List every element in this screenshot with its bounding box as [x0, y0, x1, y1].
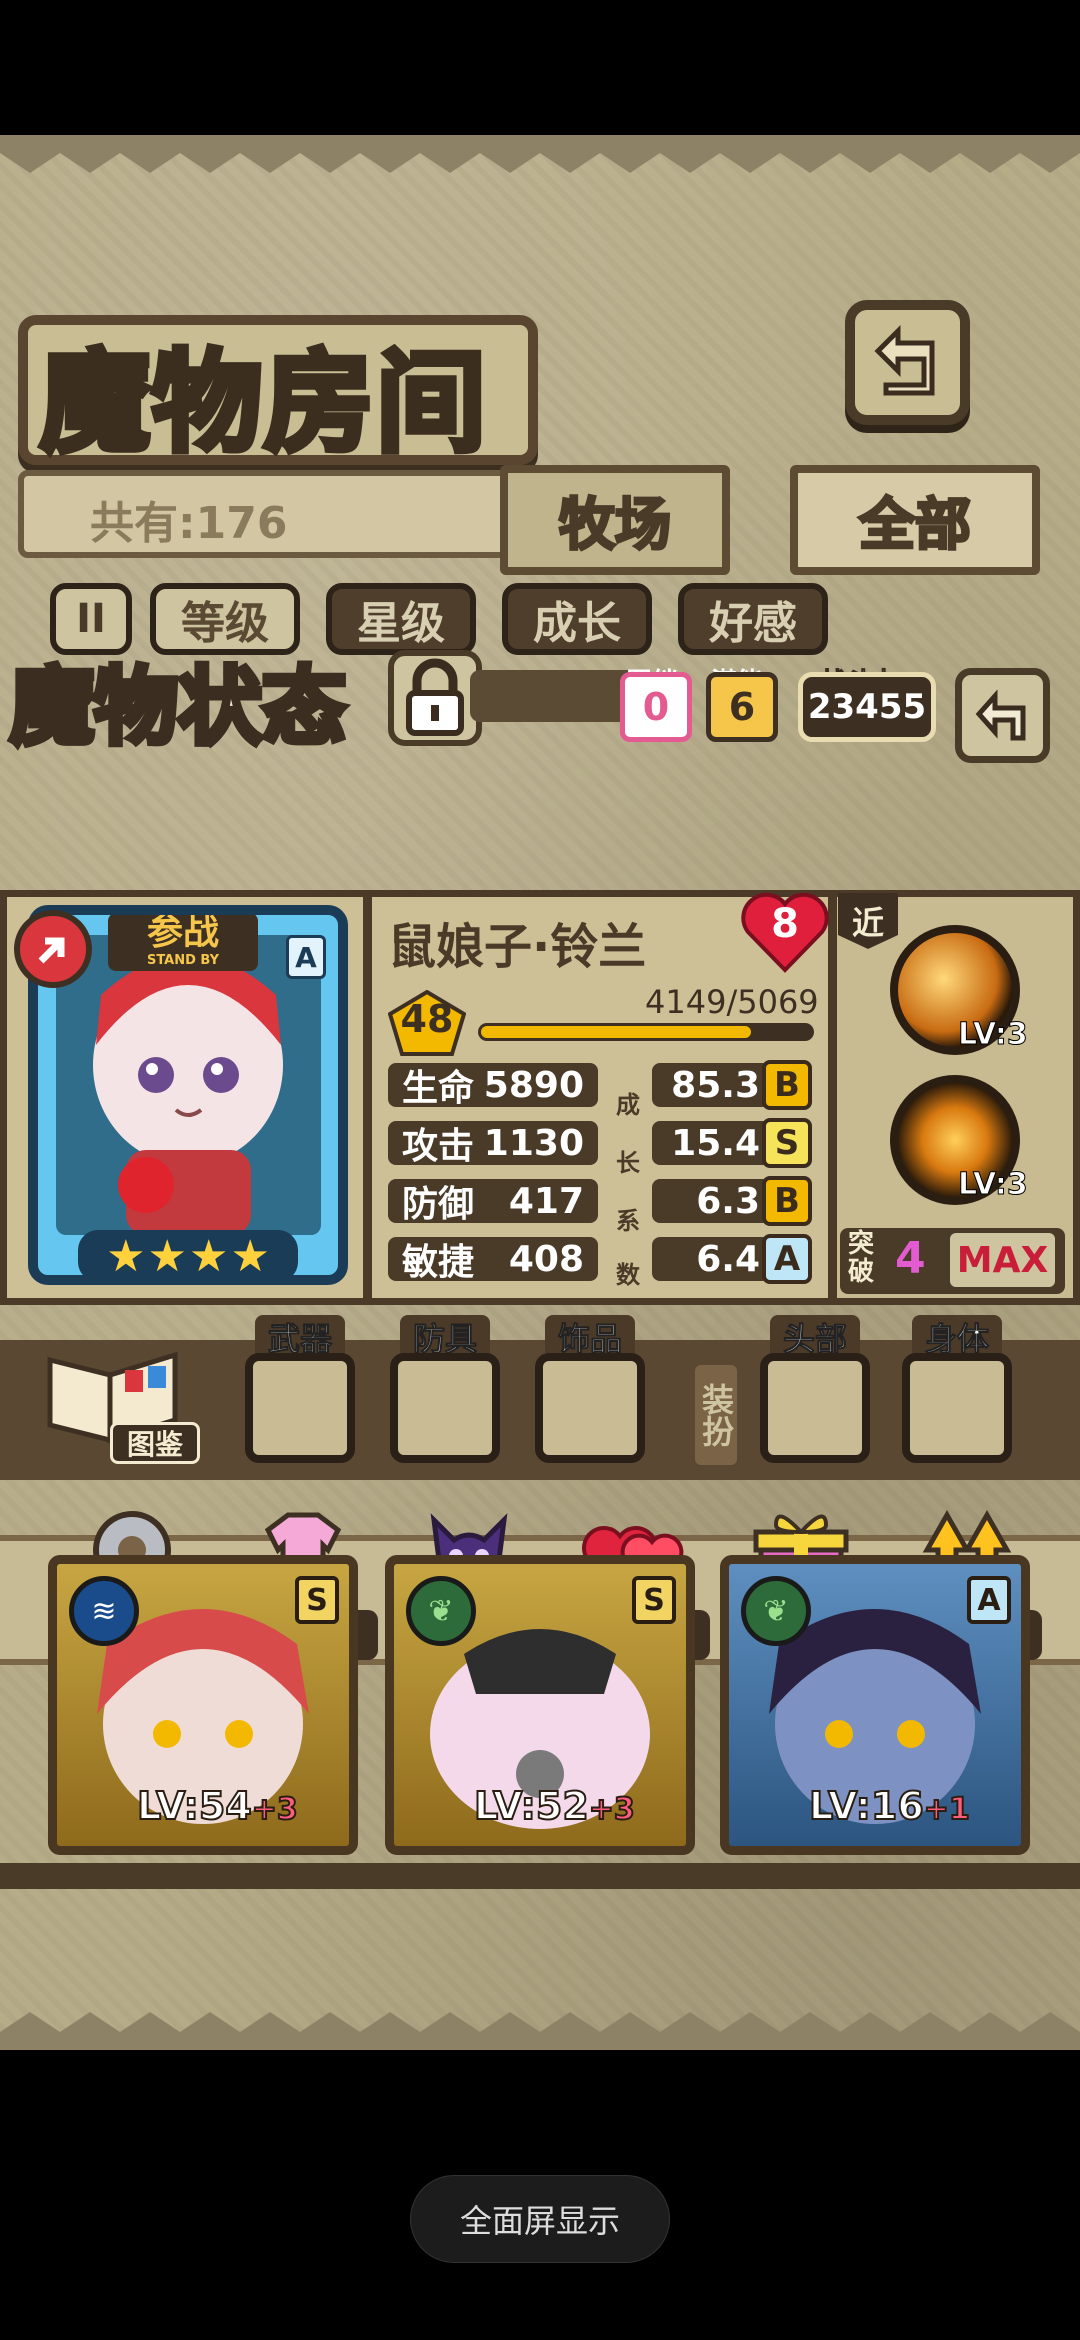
stat-value: 417 — [508, 1180, 584, 1222]
monster-name: 鼠娘子·铃兰 — [388, 919, 647, 975]
xp-text: 4149/5069 — [645, 983, 819, 1021]
stat-value: 5890 — [483, 1064, 584, 1106]
skill-2-level: LV:3 — [958, 1167, 1029, 1203]
monster-card[interactable]: ❦ S LV:52+3 — [385, 1555, 695, 1855]
dress-label: 装扮 — [695, 1365, 737, 1465]
card-level-value: LV:52 — [473, 1783, 590, 1829]
weapon-slot[interactable] — [245, 1353, 355, 1463]
return-arrow-icon — [975, 688, 1025, 740]
nav-prev-icon[interactable] — [14, 910, 92, 988]
grade-badge: A — [762, 1234, 812, 1284]
monster-art-icon — [93, 955, 283, 1235]
card-level: LV:52+3 — [473, 1783, 636, 1829]
card-level: LV:16+1 — [808, 1783, 971, 1829]
status-title: 魔物状态 — [7, 654, 349, 759]
growth-agility: 6.4 — [652, 1237, 770, 1281]
portrait-art — [56, 935, 321, 1235]
potential-value: 6 — [706, 672, 778, 742]
breakthrough-label: 突破 — [848, 1229, 875, 1287]
torn-edge-bottom — [0, 2012, 1080, 2050]
growth-char: 长 — [616, 1149, 640, 1177]
card-plus: +1 — [923, 1791, 971, 1828]
stat-defense: 防御 417 — [388, 1179, 598, 1225]
tab-ranch[interactable]: 牧场 — [500, 465, 730, 575]
combat-power: 23455 — [798, 672, 936, 742]
growth-defense: 6.3 — [652, 1179, 770, 1223]
card-level-value: LV:54 — [136, 1783, 253, 1829]
stat-value: 1130 — [483, 1122, 584, 1164]
card-level: LV:54+3 — [136, 1783, 299, 1829]
growth-attack: 15.4 — [652, 1121, 770, 1165]
rank-badge: S — [632, 1576, 676, 1624]
stat-label: 生命 — [402, 1068, 475, 1109]
page-title: 魔物房间 — [37, 335, 489, 470]
book-label: 图鉴 — [110, 1422, 200, 1464]
stat-hp: 生命 5890 — [388, 1063, 598, 1109]
standby-label: 参战 — [146, 912, 219, 953]
rank-badge: A — [286, 935, 326, 979]
stat-agility: 敏捷 408 — [388, 1237, 598, 1283]
stat-value: 408 — [508, 1238, 584, 1280]
leaf-element-icon: ❦ — [406, 1576, 476, 1646]
collection-count: 共有:176 — [90, 498, 288, 549]
star-icon: ★ — [147, 1230, 187, 1282]
sort-growth-button[interactable]: 成长 — [502, 583, 652, 655]
list-bottom-frame — [0, 1863, 1080, 1889]
card-plus: +3 — [588, 1791, 636, 1828]
back-arrow-icon — [873, 324, 934, 395]
monster-level: 48 — [400, 997, 454, 1041]
breakthrough-value: 4 — [895, 1233, 926, 1284]
xp-fill — [481, 1026, 751, 1038]
body-slot[interactable] — [902, 1353, 1012, 1463]
monster-card[interactable]: ≋ S LV:54+3 — [48, 1555, 358, 1855]
head-slot[interactable] — [760, 1353, 870, 1463]
breakthrough-max: MAX — [950, 1233, 1055, 1287]
stat-label: 防御 — [402, 1184, 475, 1225]
growth-char: 数 — [616, 1261, 640, 1289]
armor-slot[interactable] — [390, 1353, 500, 1463]
standby-sub: STAND BY — [146, 953, 220, 968]
rank-badge: S — [295, 1576, 339, 1624]
back-button[interactable] — [845, 300, 970, 425]
stat-label: 敏捷 — [402, 1242, 475, 1283]
tab-all[interactable]: 全部 — [790, 465, 1040, 575]
affection-value: 8 — [771, 901, 799, 947]
card-plus: +3 — [251, 1791, 299, 1828]
fullscreen-button[interactable]: 全面屏显示 — [410, 2175, 670, 2263]
leaf-element-icon: ❦ — [741, 1576, 811, 1646]
card-level-value: LV:16 — [808, 1783, 925, 1829]
star-icon: ★ — [106, 1230, 146, 1282]
stat-label: 攻击 — [402, 1126, 475, 1167]
grade-badge: B — [762, 1176, 812, 1226]
bond-value: 0 — [620, 672, 692, 742]
growth-char: 成 — [616, 1091, 640, 1119]
return-button[interactable] — [955, 668, 1050, 763]
book-button[interactable]: 图鉴 — [40, 1340, 200, 1470]
game-screen: 魔物房间 共有:176 牧场 全部 II 等级 星级 成长 好感 魔物状态 羁绊… — [0, 135, 1080, 2050]
star-strip — [470, 670, 640, 722]
sort-affection-button[interactable]: 好感 — [678, 583, 828, 655]
monster-card[interactable]: ❦ A LV:16+1 — [720, 1555, 1030, 1855]
star-icon: ★ — [230, 1230, 270, 1282]
skill-1-level: LV:3 — [958, 1017, 1029, 1053]
growth-char: 系 — [616, 1207, 640, 1235]
star-rating: ★ ★ ★ ★ — [78, 1230, 298, 1282]
accessory-slot[interactable] — [535, 1353, 645, 1463]
fire-element-icon: ≋ — [69, 1576, 139, 1646]
stat-attack: 攻击 1130 — [388, 1121, 598, 1167]
torn-edge-top — [0, 135, 1080, 173]
growth-hp: 85.3 — [652, 1063, 770, 1107]
grade-badge: S — [762, 1118, 812, 1168]
rank-badge: A — [967, 1576, 1011, 1624]
standby-banner: 参战 STAND BY — [108, 912, 258, 971]
grade-badge: B — [762, 1060, 812, 1110]
star-icon: ★ — [189, 1230, 229, 1282]
